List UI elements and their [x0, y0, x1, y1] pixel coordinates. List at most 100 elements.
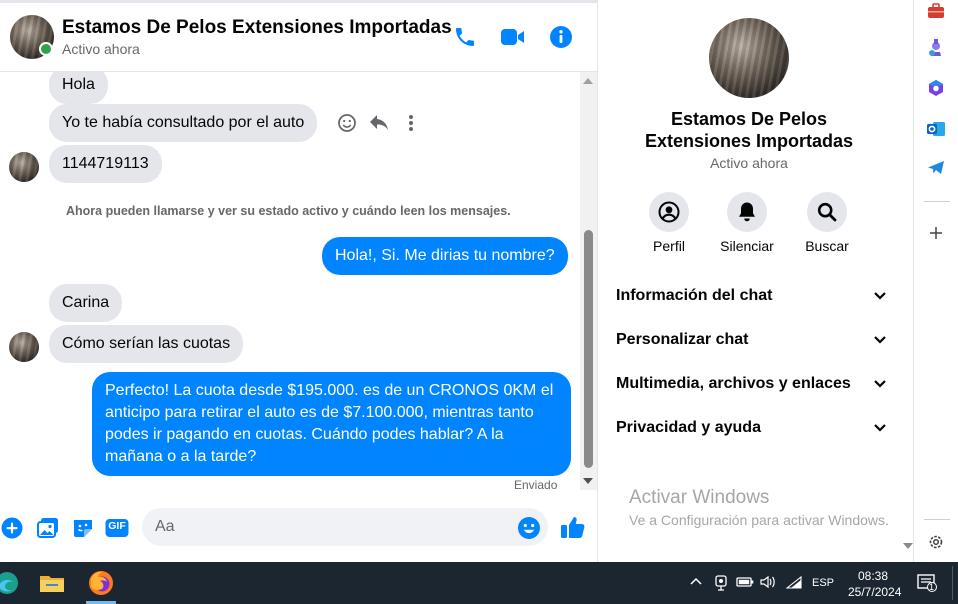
attach-photo-button[interactable]: [36, 516, 60, 540]
tools-button[interactable]: [925, 0, 947, 22]
gif-label: GIF: [108, 520, 126, 532]
react-button[interactable]: [336, 112, 358, 134]
contact-name[interactable]: Estamos De Pelos Extensiones Importadas: [62, 17, 452, 39]
delivery-status: Enviado: [514, 478, 558, 492]
windows-activation-subtitle: Ve a Configuración para activar Windows.: [629, 512, 889, 528]
message-incoming[interactable]: 1144719113: [49, 145, 162, 183]
message-line: podes ir pagando en cuotas. Cuándo podes…: [105, 426, 504, 443]
conversation-info-button[interactable]: [548, 24, 574, 50]
message-line: anticipo para retirar el auto es de $7.1…: [105, 404, 534, 421]
contact-name-line: Extensiones Importadas: [644, 131, 854, 151]
copilot-icon: [929, 80, 943, 96]
search-icon: [817, 202, 837, 222]
tray-notifications[interactable]: 1: [917, 574, 937, 595]
mute-label: Silenciar: [720, 238, 774, 254]
more-actions-button[interactable]: [0, 516, 24, 540]
gallery-icon: [37, 518, 58, 538]
clock-date: 25/7/2024: [848, 585, 902, 599]
copilot-button[interactable]: [925, 77, 947, 99]
gif-button[interactable]: GIF: [105, 516, 129, 540]
sidebar-settings-button[interactable]: [925, 531, 947, 553]
show-desktop-button[interactable]: [952, 566, 953, 600]
sticker-button[interactable]: [71, 516, 95, 540]
firefox-icon: [89, 571, 113, 595]
section-chat-info[interactable]: Información del chat: [616, 281, 886, 311]
tray-overflow-button[interactable]: [690, 574, 702, 588]
more-options-button[interactable]: [400, 112, 422, 134]
message-input[interactable]: [142, 508, 548, 546]
search-label: Buscar: [805, 238, 849, 254]
tray-meet-now[interactable]: [714, 575, 728, 594]
file-explorer-icon: [40, 576, 64, 592]
message-incoming[interactable]: Cómo serían las cuotas: [49, 325, 244, 363]
telegram-button[interactable]: [925, 157, 947, 179]
scroll-thumb[interactable]: [584, 230, 593, 468]
reply-icon: [370, 115, 388, 130]
chevron-down-icon: [874, 292, 886, 300]
contact-status: Activo ahora: [62, 41, 140, 57]
contact-avatar-small[interactable]: [9, 332, 39, 362]
add-sidebar-app-button[interactable]: [925, 222, 947, 244]
plus-icon: [1, 517, 23, 539]
contact-name-large: Estamos De Pelos Extensiones Importadas: [598, 108, 900, 152]
emoji-button[interactable]: [517, 516, 541, 540]
sticker-icon: [74, 520, 92, 537]
contact-status-large: Activo ahora: [710, 155, 788, 171]
games-icon: [929, 39, 941, 56]
section-privacy-help[interactable]: Privacidad y ayuda: [616, 413, 886, 443]
video-call-button[interactable]: [500, 24, 526, 50]
tray-language[interactable]: ESP: [812, 577, 834, 589]
tray-clock[interactable]: 08:38 25/7/2024: [848, 568, 902, 600]
system-notice: Ahora pueden llamarse y ver su estado ac…: [66, 204, 511, 218]
notification-count: 1: [929, 582, 935, 592]
profile-button[interactable]: Perfil: [629, 192, 709, 254]
clock-time: 08:38: [857, 569, 889, 583]
contact-avatar-small[interactable]: [9, 152, 39, 182]
profile-icon: [658, 201, 680, 223]
scroll-up-arrow-icon[interactable]: [583, 78, 593, 84]
section-media-files-links[interactable]: Multimedia, archivos y enlaces: [616, 369, 886, 399]
section-customize-chat[interactable]: Personalizar chat: [616, 325, 886, 355]
chevron-down-icon: [874, 424, 886, 432]
games-button[interactable]: [925, 37, 947, 59]
edge-icon: [0, 572, 18, 594]
message-line: Perfecto! La cuota desde $195.000. es de…: [105, 382, 554, 399]
taskbar-file-explorer[interactable]: [37, 568, 67, 598]
tray-network[interactable]: [785, 575, 802, 592]
tray-battery[interactable]: [736, 576, 754, 591]
scroll-down-arrow-icon[interactable]: [583, 478, 593, 484]
chevron-down-icon: [874, 380, 886, 388]
message-scrollbar[interactable]: [580, 72, 597, 490]
message-outgoing[interactable]: Perfecto! La cuota desde $195.000. es de…: [92, 372, 571, 476]
message-incoming[interactable]: Carina: [49, 284, 123, 322]
scroll-down-arrow-icon[interactable]: [903, 543, 913, 549]
camera-icon: [715, 575, 727, 591]
conversation-details-panel: Estamos De Pelos Extensiones Importadas …: [597, 0, 913, 562]
reply-button[interactable]: [368, 112, 390, 134]
voice-call-button[interactable]: [452, 24, 478, 50]
section-label: Información del chat: [616, 287, 773, 304]
taskbar-firefox[interactable]: [86, 568, 116, 598]
more-vertical-icon: [409, 115, 413, 131]
section-label: Privacidad y ayuda: [616, 419, 761, 436]
browser-sidebar: [913, 0, 958, 562]
message-incoming[interactable]: Hola: [49, 72, 108, 104]
contact-profile-picture[interactable]: [709, 18, 789, 98]
message-incoming[interactable]: Yo te había consultado por el auto: [49, 104, 318, 142]
section-label: Multimedia, archivos y enlaces: [616, 375, 851, 392]
settings-icon: [929, 535, 943, 549]
mute-button[interactable]: Silenciar: [707, 192, 787, 254]
tray-volume[interactable]: [760, 575, 776, 592]
outlook-button[interactable]: [925, 118, 947, 140]
profile-label: Perfil: [653, 238, 685, 254]
message-list: Hola Yo te había consultado por el auto …: [0, 72, 580, 502]
chat-header: Estamos De Pelos Extensiones Importadas …: [0, 0, 597, 72]
online-status-dot: [39, 42, 53, 56]
sidebar-divider: [924, 519, 950, 520]
taskbar-edge[interactable]: [0, 568, 22, 598]
send-like-button[interactable]: [560, 514, 586, 540]
speaker-icon: [760, 575, 775, 589]
message-outgoing[interactable]: Hola!, Si. Me dirias tu nombre?: [322, 237, 568, 275]
bell-icon: [739, 202, 755, 222]
search-button[interactable]: Buscar: [787, 192, 867, 254]
